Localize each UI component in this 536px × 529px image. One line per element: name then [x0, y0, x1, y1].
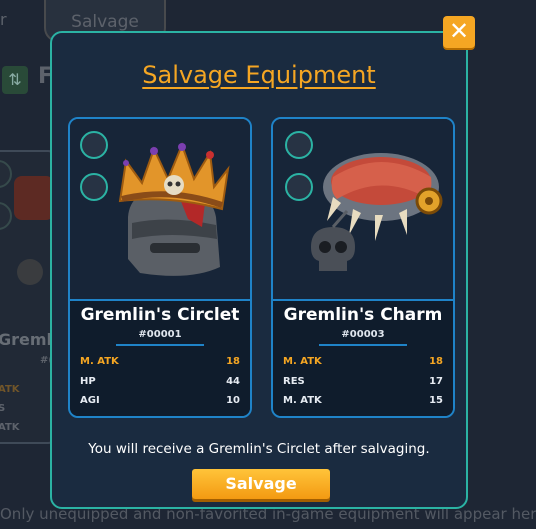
card-id: #00003	[341, 329, 385, 340]
card-divider	[116, 344, 204, 346]
stat-row: RES 17	[283, 376, 443, 390]
crowned-helmet-icon	[118, 142, 230, 276]
equipment-card-charm: Gremlin's Charm #00003 M. ATK 18 RES 17 …	[271, 117, 455, 418]
close-icon: ✕	[448, 17, 470, 45]
modal-title: Salvage Equipment	[142, 61, 376, 89]
card-image-area	[70, 119, 250, 299]
stat-row: M. ATK 18	[80, 356, 240, 370]
skull-bracelet-icon	[311, 153, 443, 271]
stat-value: 18	[429, 356, 443, 367]
salvage-modal: Salvage Equipment Gremlin's Circlet #000…	[50, 31, 468, 509]
equipment-card-circlet: Gremlin's Circlet #00001 M. ATK 18 HP 44…	[68, 117, 252, 418]
stat-name: RES	[283, 376, 305, 387]
stat-row: M. ATK 18	[283, 356, 443, 370]
stat-name: HP	[80, 376, 96, 387]
card-name: Gremlin's Circlet	[80, 305, 240, 325]
card-name: Gremlin's Charm	[283, 305, 443, 325]
stat-value: 15	[429, 395, 443, 406]
salvage-button[interactable]: Salvage	[192, 469, 330, 499]
card-divider	[319, 344, 407, 346]
close-button[interactable]: ✕	[443, 16, 475, 48]
card-image-area	[273, 119, 453, 299]
socket-slot	[80, 131, 108, 159]
card-id: #00001	[138, 329, 182, 340]
stat-value: 44	[226, 376, 240, 387]
stat-row: HP 44	[80, 376, 240, 390]
stat-name: AGI	[80, 395, 100, 406]
stat-name: M. ATK	[80, 356, 119, 367]
stat-value: 10	[226, 395, 240, 406]
stat-name: M. ATK	[283, 356, 322, 367]
salvage-result-text: You will receive a Gremlin's Circlet aft…	[88, 441, 430, 457]
stat-value: 17	[429, 376, 443, 387]
stat-value: 18	[226, 356, 240, 367]
stat-name: M. ATK	[283, 395, 322, 406]
stat-row: M. ATK 15	[283, 395, 443, 409]
socket-slot	[80, 173, 108, 201]
stat-row: AGI 10	[80, 395, 240, 409]
